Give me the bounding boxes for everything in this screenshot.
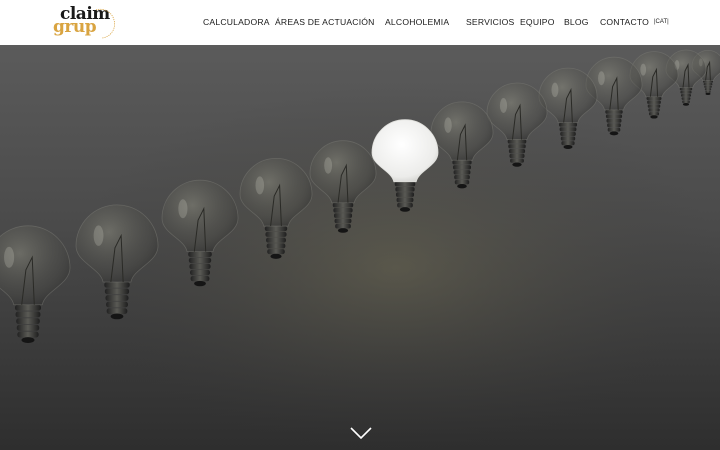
- claimgrup-logo[interactable]: claim grup: [52, 4, 122, 42]
- site-header: claim grup CALCULADORA ÁREAS DE ACTUACIÓ…: [0, 0, 720, 45]
- chevron-down-icon[interactable]: [350, 426, 372, 440]
- hero-bulbs-image: [0, 45, 720, 450]
- nav-calculadora[interactable]: CALCULADORA: [203, 17, 270, 27]
- nav-equipo[interactable]: EQUIPO: [520, 17, 555, 27]
- logo-ring-icon: [95, 8, 115, 39]
- nav-contacto[interactable]: CONTACTO: [600, 17, 649, 27]
- nav-servicios[interactable]: SERVICIOS: [466, 17, 514, 27]
- hero-banner: [0, 45, 720, 450]
- nav-areas-de-actuacion[interactable]: ÁREAS DE ACTUACIÓN: [275, 17, 375, 27]
- nav-alcoholemia[interactable]: ALCOHOLEMIA: [385, 17, 449, 27]
- language-switch-cat[interactable]: |CAT|: [654, 19, 669, 25]
- logo-word-grup: grup: [53, 17, 97, 37]
- nav-blog[interactable]: BLOG: [564, 17, 589, 27]
